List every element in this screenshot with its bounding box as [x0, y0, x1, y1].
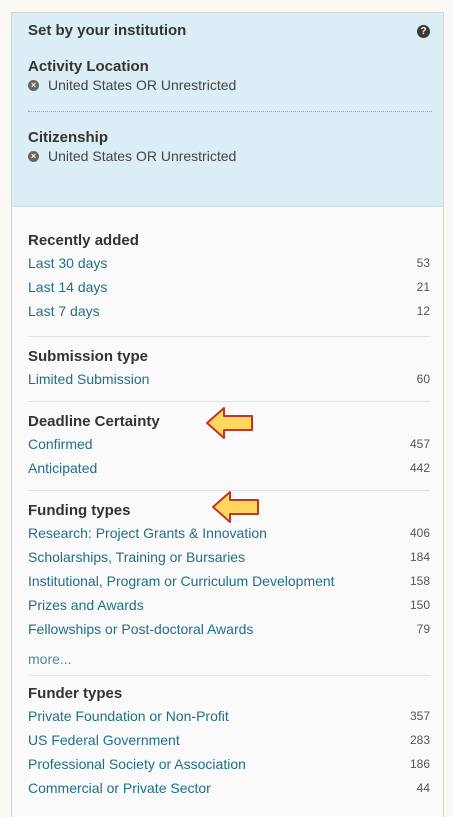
- facet-link[interactable]: Fellowships or Post-doctoral Awards: [28, 621, 253, 637]
- facet-item[interactable]: Limited Submission 60: [28, 367, 430, 391]
- remove-circle-icon[interactable]: ×: [28, 150, 39, 162]
- facet-link[interactable]: Anticipated: [28, 460, 97, 476]
- facet-recently-added: Recently added Last 30 days 53 Last 14 d…: [28, 207, 430, 337]
- facet-link[interactable]: Last 14 days: [28, 279, 107, 295]
- facet-item[interactable]: Last 7 days 12: [28, 299, 430, 323]
- facet-count: 283: [409, 733, 430, 747]
- facet-count: 44: [416, 781, 430, 795]
- section-divider: [28, 111, 432, 112]
- facet-link[interactable]: Prizes and Awards: [28, 597, 144, 613]
- citizenship-section: Citizenship × United States OR Unrestric…: [28, 129, 432, 165]
- facet-link[interactable]: Research: Project Grants & Innovation: [28, 525, 267, 541]
- facet-item[interactable]: Last 14 days 21: [28, 275, 430, 299]
- citizenship-item: × United States OR Unrestricted: [28, 147, 432, 165]
- question-circle-icon[interactable]: ?: [417, 25, 430, 38]
- facet-count: 457: [409, 437, 430, 451]
- facet-item[interactable]: Prizes and Awards 150: [28, 593, 430, 617]
- facet-link[interactable]: Commercial or Private Sector: [28, 780, 211, 796]
- facet-item[interactable]: Commercial or Private Sector 44: [28, 776, 430, 800]
- remove-circle-icon[interactable]: ×: [28, 79, 39, 91]
- activity-location-value: United States OR Unrestricted: [48, 77, 237, 93]
- institution-restrictions: Set by your institution ? Activity Locat…: [12, 13, 443, 207]
- facet-link[interactable]: Private Foundation or Non-Profit: [28, 708, 229, 724]
- facet-item[interactable]: Anticipated 442: [28, 456, 430, 480]
- more-row: more...: [28, 651, 430, 673]
- facet-count: 21: [416, 280, 430, 294]
- facet-link[interactable]: Last 30 days: [28, 255, 107, 271]
- facet-item[interactable]: Research: Project Grants & Innovation 40…: [28, 521, 430, 545]
- facet-item[interactable]: Fellowships or Post-doctoral Awards 79: [28, 617, 430, 641]
- facet-count: 53: [416, 256, 430, 270]
- annotation-arrow-icon: [212, 491, 259, 523]
- facet-count: 442: [409, 461, 430, 475]
- activity-location-title: Activity Location: [28, 58, 149, 75]
- facet-count: 79: [416, 622, 430, 636]
- facet-item[interactable]: US Federal Government 283: [28, 728, 430, 752]
- facet-count: 184: [409, 550, 430, 564]
- institution-title: Set by your institution: [28, 22, 187, 39]
- facet-item[interactable]: Scholarships, Training or Bursaries 184: [28, 545, 430, 569]
- facet-item[interactable]: Institutional, Program or Curriculum Dev…: [28, 569, 430, 593]
- facet-link[interactable]: Scholarships, Training or Bursaries: [28, 549, 245, 565]
- facet-count: 158: [409, 574, 430, 588]
- facet-count: 60: [416, 372, 430, 386]
- facet-count: 12: [416, 304, 430, 318]
- facet-link[interactable]: Confirmed: [28, 436, 93, 452]
- facet-count: 186: [409, 757, 430, 771]
- citizenship-title: Citizenship: [28, 129, 109, 146]
- activity-location-item: × United States OR Unrestricted: [28, 76, 432, 94]
- facet-count: 357: [409, 709, 430, 723]
- facet-submission-type: Submission type Limited Submission 60: [28, 337, 430, 402]
- facet-item[interactable]: Private Foundation or Non-Profit 357: [28, 704, 430, 728]
- facet-link[interactable]: Limited Submission: [28, 371, 149, 387]
- facet-link[interactable]: Professional Society or Association: [28, 756, 246, 772]
- facet-item[interactable]: Professional Society or Association 186: [28, 752, 430, 776]
- more-link[interactable]: more...: [28, 651, 72, 667]
- facet-count: 150: [409, 598, 430, 612]
- facet-link[interactable]: US Federal Government: [28, 732, 180, 748]
- citizenship-value: United States OR Unrestricted: [48, 148, 237, 164]
- facet-link[interactable]: Last 7 days: [28, 303, 100, 319]
- facet-link[interactable]: Institutional, Program or Curriculum Dev…: [28, 573, 335, 589]
- facet-title-submission-type: Submission type: [28, 348, 149, 365]
- activity-location-section: Activity Location × United States OR Unr…: [28, 58, 432, 94]
- facet-title-funder-types: Funder types: [28, 685, 123, 702]
- facet-count: 406: [409, 526, 430, 540]
- annotation-arrow-icon: [206, 407, 253, 439]
- facet-funder-types: Funder types Private Foundation or Non-P…: [28, 676, 430, 800]
- facet-title-recently-added: Recently added: [28, 232, 139, 249]
- facet-item[interactable]: Last 30 days 53: [28, 251, 430, 275]
